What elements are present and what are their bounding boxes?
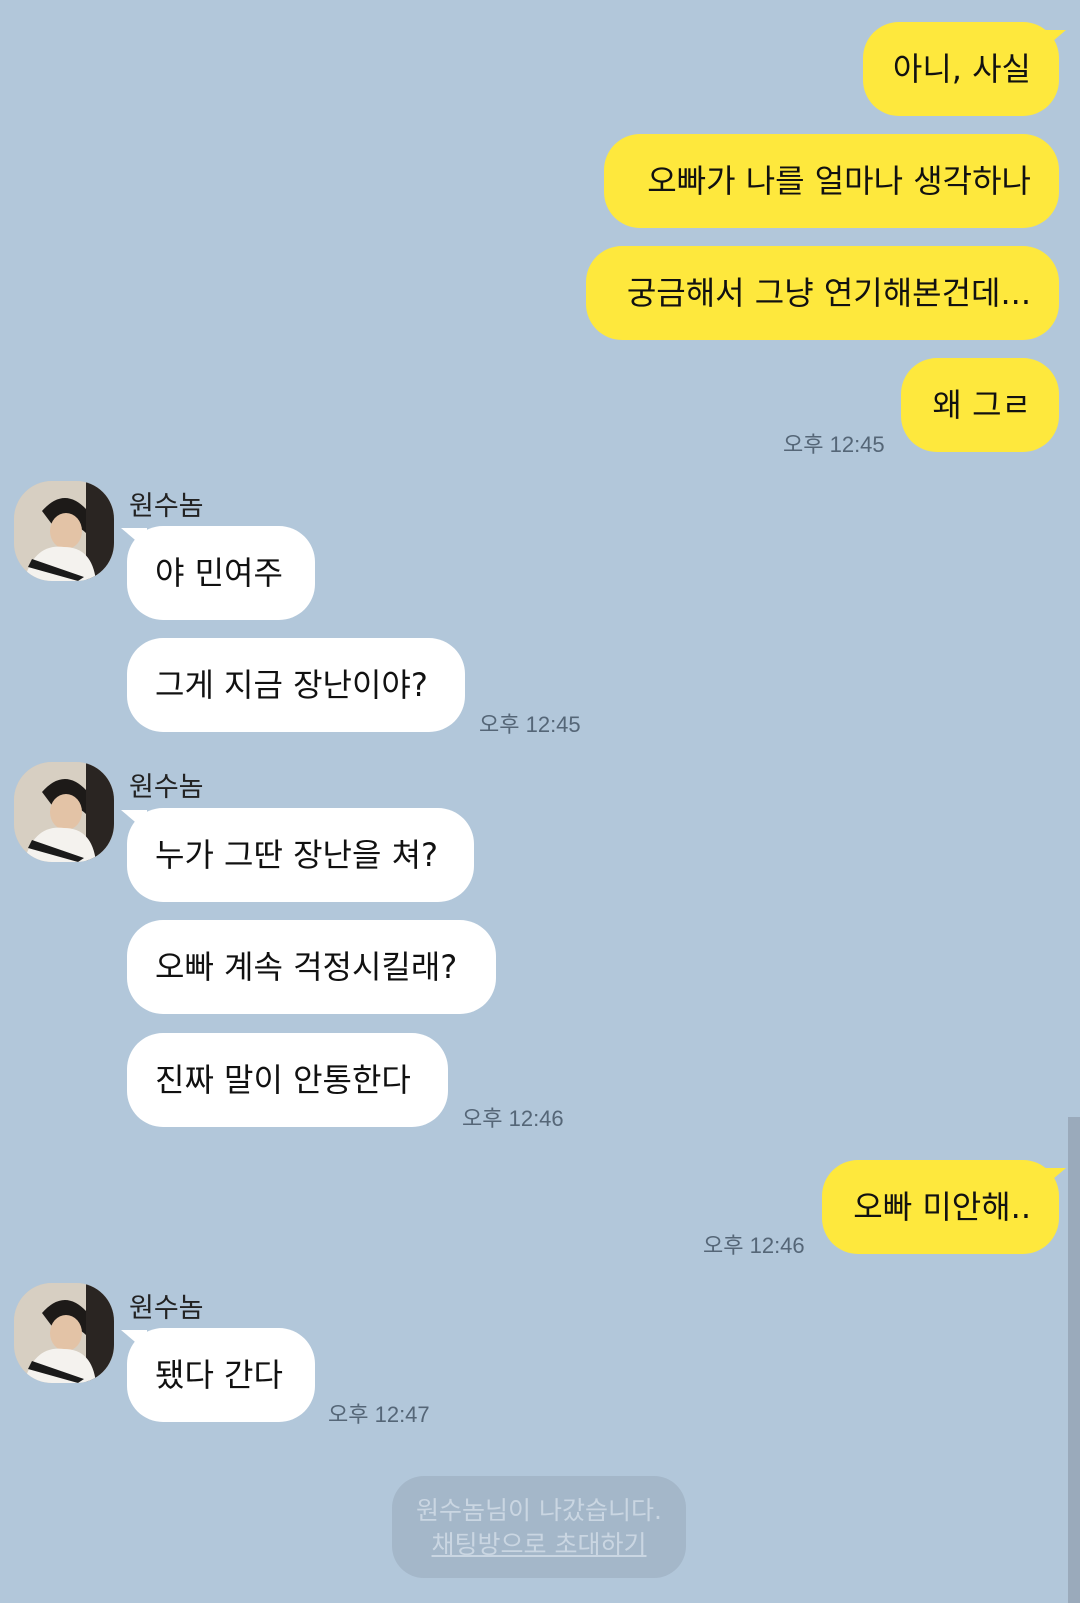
invite-link[interactable]: 채팅방으로 초대하기 bbox=[392, 1528, 686, 1562]
message-text: 아니, 사실 bbox=[892, 50, 1031, 88]
my-message-bubble[interactable]: 아니, 사실 bbox=[863, 22, 1059, 116]
bubble-tail bbox=[1040, 1168, 1066, 1190]
avatar[interactable] bbox=[14, 762, 114, 862]
left-chat-notice: 원수놈님이 나갔습니다. 채팅방으로 초대하기 bbox=[392, 1476, 686, 1578]
their-message-bubble[interactable]: 진짜 말이 안통한다 bbox=[127, 1033, 448, 1127]
message-timestamp: 오후 12:45 bbox=[783, 432, 885, 457]
sender-name: 원수놈 bbox=[129, 1293, 204, 1324]
message-text: 됐다 간다 bbox=[155, 1356, 283, 1394]
bubble-tail bbox=[1040, 30, 1066, 52]
message-text: 진짜 말이 안통한다 bbox=[155, 1061, 411, 1099]
avatar[interactable] bbox=[14, 481, 114, 581]
message-text: 오빠 미안해.. bbox=[853, 1188, 1031, 1226]
my-message-bubble[interactable]: 왜 그ㄹ bbox=[901, 358, 1059, 452]
message-text: 누가 그딴 장난을 쳐? bbox=[155, 836, 439, 874]
my-message-bubble[interactable]: 궁금해서 그냥 연기해본건데... bbox=[586, 246, 1059, 340]
notice-text: 원수놈님이 나갔습니다. bbox=[416, 1496, 662, 1525]
my-message-bubble[interactable]: 오빠가 나를 얼마나 생각하나 bbox=[604, 134, 1059, 228]
avatar[interactable] bbox=[14, 1283, 114, 1383]
message-text: 오빠가 나를 얼마나 생각하나 bbox=[647, 162, 1031, 200]
message-timestamp: 오후 12:46 bbox=[462, 1106, 564, 1131]
sender-name: 원수놈 bbox=[129, 491, 204, 522]
their-message-bubble[interactable]: 그게 지금 장난이야? bbox=[127, 638, 465, 732]
their-message-bubble[interactable]: 누가 그딴 장난을 쳐? bbox=[127, 808, 474, 902]
message-timestamp: 오후 12:46 bbox=[703, 1233, 805, 1258]
profile-photo-icon bbox=[14, 481, 114, 581]
message-text: 야 민여주 bbox=[155, 554, 283, 592]
their-message-bubble[interactable]: 오빠 계속 걱정시킬래? bbox=[127, 920, 496, 1014]
profile-photo-icon bbox=[14, 762, 114, 862]
message-text: 그게 지금 장난이야? bbox=[155, 666, 428, 704]
scrollbar[interactable] bbox=[1068, 1117, 1080, 1603]
my-message-bubble[interactable]: 오빠 미안해.. bbox=[822, 1160, 1059, 1254]
message-timestamp: 오후 12:45 bbox=[479, 712, 581, 737]
message-text: 왜 그ㄹ bbox=[932, 386, 1032, 424]
profile-photo-icon bbox=[14, 1283, 114, 1383]
message-text: 오빠 계속 걱정시킬래? bbox=[155, 948, 458, 986]
message-timestamp: 오후 12:47 bbox=[328, 1402, 430, 1427]
their-message-bubble[interactable]: 야 민여주 bbox=[127, 526, 315, 620]
sender-name: 원수놈 bbox=[129, 772, 204, 803]
message-text: 궁금해서 그냥 연기해본건데... bbox=[626, 274, 1031, 312]
their-message-bubble[interactable]: 됐다 간다 bbox=[127, 1328, 315, 1422]
